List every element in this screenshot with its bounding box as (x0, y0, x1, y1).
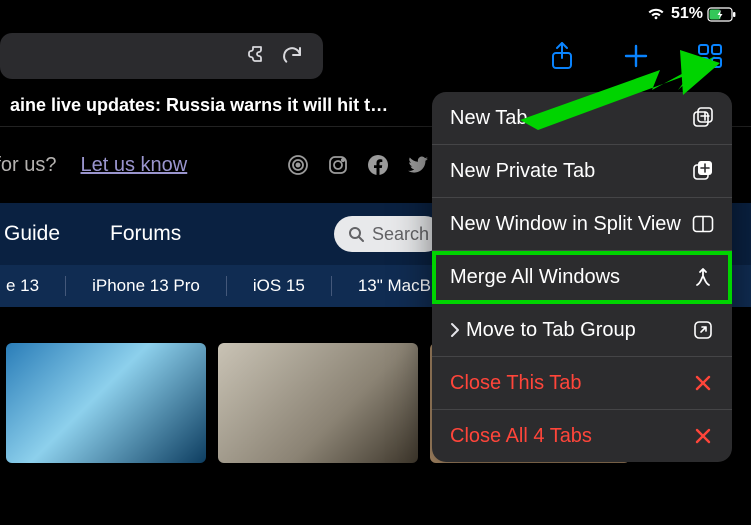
menu-label: Close All 4 Tabs (450, 412, 692, 460)
new-private-tab-icon (692, 160, 714, 182)
menu-label: Move to Tab Group (466, 306, 692, 354)
tag-item[interactable]: iPhone 13 Pro (66, 276, 227, 296)
site-search[interactable]: Search (334, 216, 443, 252)
menu-close-all-tabs[interactable]: Close All 4 Tabs (432, 410, 732, 462)
battery-charging-icon (707, 7, 737, 22)
merge-icon (692, 267, 714, 287)
menu-label: New Tab (450, 94, 692, 142)
tabs-context-menu: New Tab New Private Tab New Window in Sp… (432, 92, 732, 462)
nav-forums[interactable]: Forums (110, 222, 181, 246)
chevron-right-icon (450, 322, 460, 338)
menu-label: Merge All Windows (450, 253, 692, 301)
wifi-icon (647, 7, 665, 21)
search-icon (348, 226, 364, 242)
menu-label: New Private Tab (450, 147, 692, 195)
tag-item[interactable]: e 13 (0, 276, 66, 296)
close-icon (692, 427, 714, 445)
menu-move-to-tab-group[interactable]: Move to Tab Group (432, 304, 732, 357)
facebook-icon[interactable] (367, 154, 389, 176)
new-tab-plus-icon[interactable] (619, 39, 653, 73)
extensions-icon[interactable] (241, 39, 275, 73)
site-search-placeholder: Search (372, 224, 429, 245)
menu-merge-all-windows[interactable]: Merge All Windows (432, 251, 732, 304)
tabs-overview-icon[interactable] (693, 39, 727, 73)
reload-icon[interactable] (275, 39, 309, 73)
tip-link[interactable]: Let us know (81, 154, 188, 177)
menu-label: New Window in Split View (450, 200, 692, 248)
article-thumbnail[interactable] (6, 343, 206, 463)
article-thumbnail[interactable] (218, 343, 418, 463)
browser-toolbar (0, 28, 751, 84)
split-view-icon (692, 215, 714, 233)
ticker-headline-text: aine live updates: Russia warns it will … (10, 95, 388, 116)
menu-split-view[interactable]: New Window in Split View (432, 198, 732, 251)
menu-new-tab[interactable]: New Tab (432, 92, 732, 145)
nav-guide[interactable]: Guide (4, 222, 60, 246)
address-bar[interactable] (0, 33, 323, 79)
tag-item[interactable]: iOS 15 (227, 276, 332, 296)
menu-close-this-tab[interactable]: Close This Tab (432, 357, 732, 410)
podcast-icon[interactable] (287, 154, 309, 176)
menu-label: Close This Tab (450, 359, 692, 407)
menu-new-private-tab[interactable]: New Private Tab (432, 145, 732, 198)
status-bar: 51% (0, 0, 751, 28)
instagram-icon[interactable] (327, 154, 349, 176)
close-icon (692, 374, 714, 392)
twitter-icon[interactable] (407, 154, 429, 176)
battery-percent: 51% (671, 5, 703, 23)
new-tab-rect-icon (692, 107, 714, 129)
open-in-new-icon (692, 320, 714, 340)
share-icon[interactable] (545, 39, 579, 73)
tip-prompt-text: a tip for us? (0, 154, 57, 177)
